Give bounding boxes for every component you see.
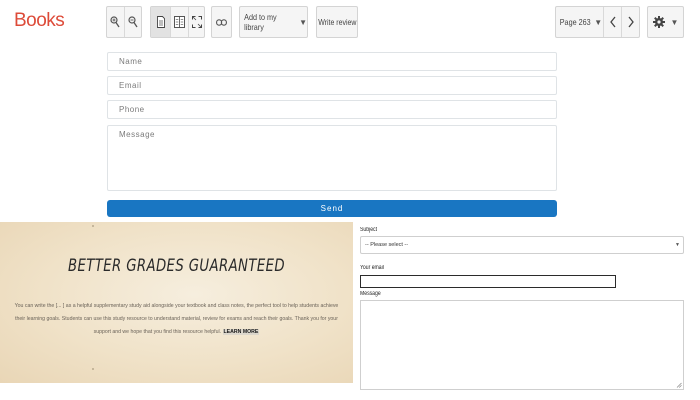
zoom-group	[106, 6, 142, 38]
chevron-right-icon	[627, 16, 634, 28]
zoom-out-button[interactable]	[123, 7, 141, 37]
two-page-button[interactable]	[170, 7, 188, 37]
chevron-left-icon	[609, 16, 616, 28]
chevron-down-icon: ▼	[670, 17, 679, 27]
grades-banner: BETTER GRADES GUARANTEED You can write t…	[0, 222, 353, 383]
email-placeholder: Email	[119, 81, 142, 90]
link-icon	[216, 18, 227, 26]
phone-field[interactable]: Phone	[107, 100, 557, 119]
email-field[interactable]: Email	[107, 76, 557, 95]
message-placeholder: Message	[119, 130, 155, 139]
write-review-button[interactable]: Write review	[316, 6, 358, 38]
write-review-label: Write review	[317, 17, 357, 27]
chevron-down-icon: ▼	[594, 17, 603, 27]
your-email-input[interactable]	[360, 275, 616, 288]
single-page-icon	[156, 16, 165, 28]
decorative-dot	[92, 368, 94, 370]
side-message-input[interactable]	[360, 300, 684, 390]
resize-handle-icon[interactable]	[676, 382, 682, 388]
add-to-library-label: Add to my library	[244, 12, 277, 32]
subject-label: Subject	[360, 227, 378, 233]
name-field[interactable]: Name	[107, 52, 557, 71]
page-select[interactable]: Page 263 ▼	[556, 7, 603, 37]
message-field[interactable]: Message	[107, 125, 557, 191]
send-button[interactable]: Send	[107, 200, 557, 217]
single-page-button[interactable]	[151, 7, 170, 37]
two-page-icon	[174, 16, 185, 28]
page-nav-group: Page 263 ▼	[555, 6, 640, 38]
zoom-in-icon	[110, 16, 121, 28]
name-placeholder: Name	[119, 57, 143, 66]
settings-button[interactable]: ▼	[647, 6, 684, 38]
banner-title: BETTER GRADES GUARANTEED	[68, 256, 285, 276]
page-label: Page 263	[559, 17, 591, 27]
next-page-button[interactable]	[621, 7, 639, 37]
phone-placeholder: Phone	[119, 105, 145, 114]
fullscreen-icon	[191, 16, 202, 28]
learn-more-link[interactable]: LEARN MORE	[222, 329, 260, 335]
gear-icon	[652, 16, 665, 28]
chevron-down-icon: ▼	[299, 17, 307, 27]
banner-text: You can write the [... ] as a helpful su…	[14, 303, 339, 335]
send-label: Send	[320, 204, 344, 213]
zoom-out-icon	[128, 16, 138, 28]
books-logo[interactable]: Books	[14, 10, 65, 32]
zoom-in-button[interactable]	[107, 7, 124, 37]
side-message-label: Message	[360, 291, 381, 297]
add-to-library-button[interactable]: Add to my library ▼	[239, 6, 308, 38]
banner-body: You can write the [... ] as a helpful su…	[14, 300, 339, 339]
subject-select[interactable]: -- Please select -- ▼	[360, 236, 684, 254]
previous-page-button[interactable]	[603, 7, 621, 37]
view-mode-group	[150, 6, 205, 38]
your-email-label: Your email	[360, 265, 384, 271]
fullscreen-button[interactable]	[188, 7, 204, 37]
subject-value: -- Please select --	[365, 242, 409, 248]
decorative-dot	[92, 225, 94, 227]
chevron-down-icon: ▼	[675, 242, 680, 248]
link-button[interactable]	[211, 6, 232, 38]
